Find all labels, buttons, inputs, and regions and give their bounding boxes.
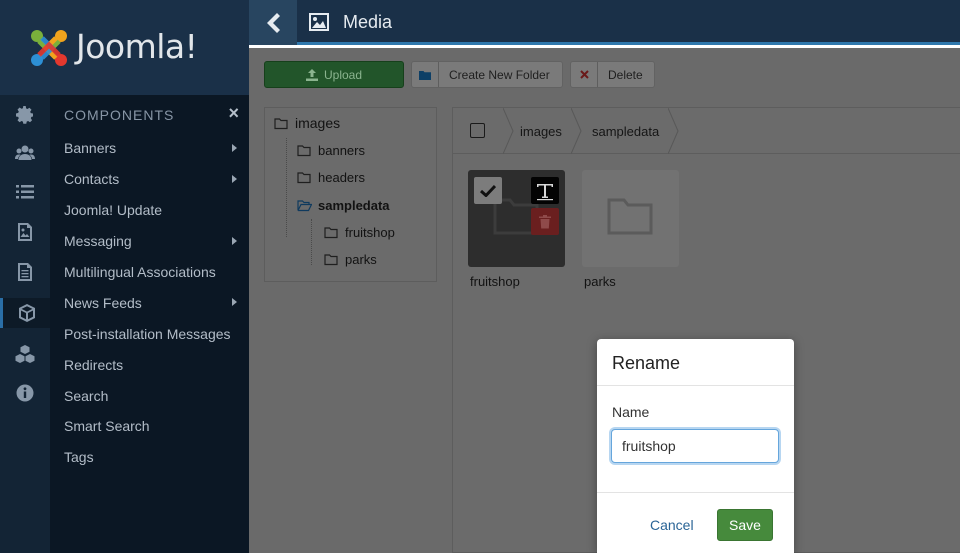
breadcrumb-sampledata[interactable]: sampledata bbox=[592, 124, 659, 139]
folder-icon bbox=[324, 254, 338, 266]
tile-select-toggle[interactable] bbox=[474, 177, 502, 204]
rail-extensions[interactable] bbox=[0, 339, 50, 369]
users-icon bbox=[15, 145, 35, 160]
cubes-icon bbox=[15, 345, 35, 363]
logo-area: Joomla! bbox=[0, 0, 249, 95]
menu-item-search[interactable]: Search bbox=[50, 380, 249, 411]
select-all-checkbox[interactable] bbox=[470, 123, 485, 138]
rail-media[interactable] bbox=[0, 217, 50, 247]
chevron-left-icon bbox=[267, 12, 280, 33]
save-button[interactable]: Save bbox=[717, 509, 773, 541]
menu-item-redirects[interactable]: Redirects bbox=[50, 349, 249, 380]
modal-divider bbox=[597, 492, 794, 493]
rail-components[interactable] bbox=[0, 298, 50, 328]
rail-menus[interactable] bbox=[0, 177, 50, 207]
caret-right-icon bbox=[232, 144, 237, 152]
menu-item-tags[interactable]: Tags bbox=[50, 442, 249, 473]
close-icon[interactable]: × bbox=[228, 103, 239, 124]
modal-divider bbox=[597, 385, 794, 386]
menu-item-news-feeds[interactable]: News Feeds bbox=[50, 287, 249, 318]
image-icon bbox=[18, 223, 32, 241]
upload-button[interactable]: Upload bbox=[264, 61, 404, 88]
icon-rail bbox=[0, 95, 50, 553]
caret-right-icon bbox=[232, 174, 237, 183]
menu-list: Banners Contacts Joomla! Update Messagin… bbox=[50, 133, 249, 473]
tree-node-parks[interactable]: parks bbox=[324, 252, 377, 267]
check-icon bbox=[480, 184, 496, 197]
tree-node-headers[interactable]: headers bbox=[297, 170, 365, 185]
folder-open-icon bbox=[274, 117, 288, 129]
menu-item-banners[interactable]: Banners bbox=[50, 133, 249, 164]
tree-node-images[interactable]: images bbox=[274, 115, 340, 131]
cube-icon bbox=[18, 304, 35, 322]
modal-title: Rename bbox=[612, 353, 681, 373]
menu-title: COMPONENTS bbox=[64, 107, 175, 123]
tree-node-fruitshop[interactable]: fruitshop bbox=[324, 225, 395, 240]
file-tile-parks[interactable] bbox=[582, 170, 679, 267]
breadcrumb: images sampledata bbox=[453, 108, 960, 154]
folder-icon bbox=[607, 198, 653, 235]
document-icon bbox=[18, 263, 32, 281]
cancel-button[interactable]: Cancel bbox=[650, 517, 694, 533]
close-icon bbox=[579, 70, 589, 79]
caret-right-icon bbox=[232, 236, 237, 245]
menu-item-joomla-update[interactable]: Joomla! Update bbox=[50, 195, 249, 226]
menu-item-messaging[interactable]: Messaging bbox=[50, 226, 249, 257]
folder-icon bbox=[324, 227, 338, 239]
menu-item-smart-search[interactable]: Smart Search bbox=[50, 411, 249, 442]
rename-button[interactable] bbox=[531, 177, 559, 204]
breadcrumb-separator bbox=[571, 108, 582, 154]
gear-icon bbox=[16, 106, 33, 124]
folder-open-icon bbox=[297, 200, 312, 212]
rail-users[interactable] bbox=[0, 138, 50, 168]
create-folder-button[interactable]: Create New Folder bbox=[411, 61, 563, 88]
text-icon bbox=[537, 183, 553, 200]
caret-right-icon bbox=[232, 298, 237, 307]
image-icon bbox=[309, 13, 329, 31]
rail-help[interactable] bbox=[0, 378, 50, 408]
menu-item-multilingual[interactable]: Multilingual Associations bbox=[50, 257, 249, 288]
page-header: Media bbox=[249, 0, 960, 45]
trash-icon bbox=[539, 215, 551, 229]
file-name-parks: parks bbox=[584, 274, 616, 289]
breadcrumb-separator bbox=[503, 108, 514, 154]
name-input[interactable] bbox=[611, 429, 779, 463]
joomla-logo-icon bbox=[31, 30, 67, 66]
page-title: Media bbox=[343, 12, 393, 32]
delete-file-button[interactable] bbox=[531, 208, 559, 235]
rail-system[interactable] bbox=[0, 100, 50, 130]
folder-tree: images banners headers sampledata fruits… bbox=[264, 107, 437, 282]
file-name-fruitshop: fruitshop bbox=[470, 274, 520, 289]
menu-item-contacts[interactable]: Contacts bbox=[50, 164, 249, 195]
folder-icon bbox=[297, 172, 311, 184]
components-menu: COMPONENTS × Banners Contacts Joomla! Up… bbox=[50, 95, 249, 553]
tree-node-sampledata[interactable]: sampledata bbox=[297, 198, 390, 213]
back-button[interactable] bbox=[249, 0, 297, 45]
delete-button[interactable]: Delete bbox=[570, 61, 655, 88]
list-icon bbox=[16, 185, 34, 199]
upload-icon bbox=[305, 68, 318, 81]
folder-icon bbox=[419, 70, 431, 80]
menu-item-post-installation[interactable]: Post-installation Messages bbox=[50, 318, 249, 349]
file-tile-fruitshop[interactable] bbox=[468, 170, 565, 267]
breadcrumb-separator bbox=[668, 108, 679, 154]
folder-icon bbox=[297, 145, 311, 157]
name-field-label: Name bbox=[612, 404, 650, 420]
rename-modal: Rename Name Cancel Save bbox=[597, 339, 794, 553]
breadcrumb-images[interactable]: images bbox=[520, 124, 562, 139]
tree-node-banners[interactable]: banners bbox=[297, 143, 365, 158]
rail-content[interactable] bbox=[0, 257, 50, 287]
joomla-logo-text: Joomla! bbox=[76, 27, 198, 66]
info-icon bbox=[16, 384, 34, 402]
